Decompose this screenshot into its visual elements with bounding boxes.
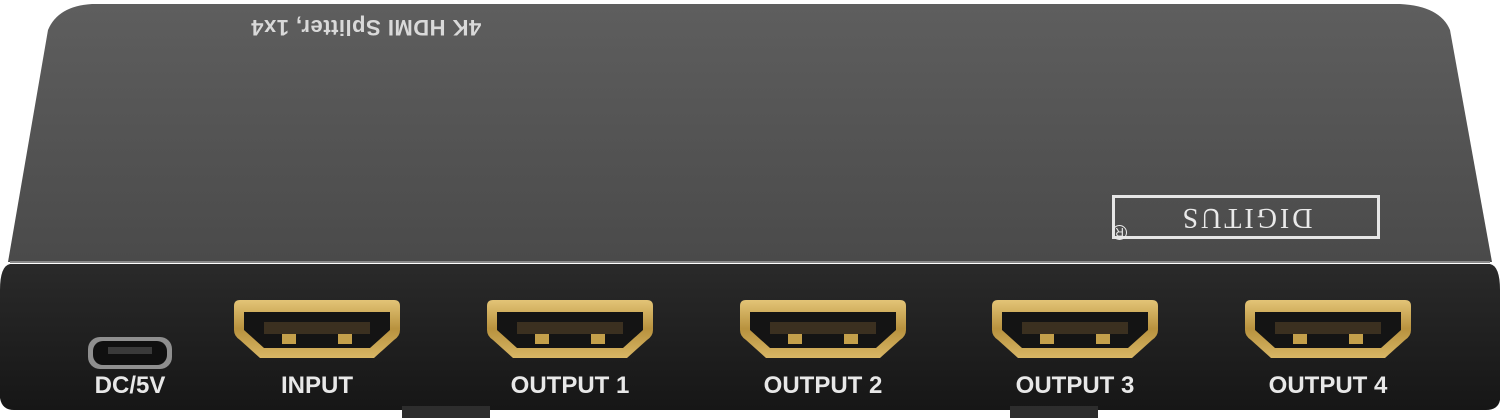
output-1-label: OUTPUT 1	[510, 372, 630, 399]
output-3-label: OUTPUT 3	[1015, 372, 1135, 399]
output-2-label: OUTPUT 2	[763, 372, 883, 399]
hdmi-port-output-3	[992, 300, 1158, 358]
hdmi-port-input	[234, 300, 400, 358]
brand-text: DIGITUS	[1179, 202, 1313, 233]
hdmi-port-output-4	[1245, 300, 1411, 358]
input-port-label: INPUT	[281, 372, 353, 399]
hdmi-port-output-2	[740, 300, 906, 358]
power-port-label: DC/5V	[94, 372, 166, 399]
power-port	[88, 337, 172, 369]
hdmi-port-output-1	[487, 300, 653, 358]
brand-logo: DIGITUS R	[1112, 195, 1380, 240]
model-label: 4K HDMI Splitter, 1x4	[250, 15, 482, 40]
registered-mark: R	[1112, 225, 1127, 240]
hdmi-splitter-device: 4K HDMI Splitter, 1x4 DIGITUS R DC/5V IN…	[0, 0, 1500, 418]
foot-left	[402, 406, 490, 418]
foot-right	[1010, 406, 1098, 418]
output-4-label: OUTPUT 4	[1268, 372, 1388, 399]
